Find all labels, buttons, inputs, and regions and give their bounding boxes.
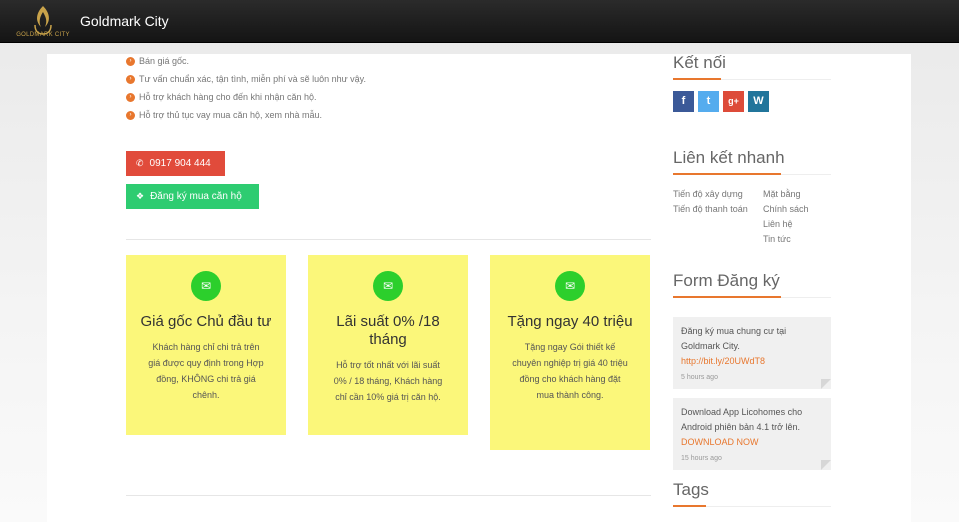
phone-button[interactable]: ✆ 0917 904 444	[126, 151, 225, 176]
card-text: Khách hàng chỉ chi trả trên giá được quy…	[148, 342, 264, 400]
quick-links-heading: Liên kết nhanh	[673, 148, 785, 167]
notice-text: Download App Licohomes cho Android phiên…	[681, 407, 803, 432]
card-text: Hỗ trợ tốt nhất với lãi suất 0% / 18 thá…	[333, 360, 443, 402]
chevron-circle-icon: ›	[126, 93, 135, 102]
feature-card-original-price: ✉ Giá gốc Chủ đầu tư Khách hàng chỉ chi …	[126, 255, 286, 435]
heading-rule	[706, 506, 831, 507]
site-title[interactable]: Goldmark City	[80, 13, 169, 29]
quick-links-right: Mặt bằng Chính sách Liên hệ Tin tức	[763, 187, 833, 247]
heading-underline	[673, 296, 781, 298]
benefit-text: Hỗ trợ thủ tục vay mua căn hộ, xem nhà m…	[139, 110, 322, 120]
corner-fold	[821, 379, 831, 389]
card-text: Tặng ngay Gói thiết kế chuyên nghiệp trị…	[512, 342, 628, 400]
chevron-circle-icon: ›	[126, 75, 135, 84]
register-button-label: Đăng ký mua căn hộ	[150, 191, 242, 202]
notice-time: 15 hours ago	[681, 455, 722, 462]
feature-card-gift: ✉ Tặng ngay 40 triệu Tặng ngay Gói thiết…	[490, 255, 650, 450]
phone-icon: ✆	[136, 158, 144, 168]
top-navbar: GOLDMARK CITY Goldmark City	[0, 0, 959, 43]
quick-link-policy[interactable]: Chính sách	[763, 202, 833, 217]
dropbox-icon: ❖	[136, 191, 145, 201]
tags-heading: Tags	[673, 480, 709, 499]
heading-rule	[781, 174, 831, 175]
quick-links-left: Tiến độ xây dựng Tiến độ thanh toán	[673, 187, 753, 217]
benefit-text: Hỗ trợ khách hàng cho đến khi nhận căn h…	[139, 92, 317, 102]
quick-link-news[interactable]: Tin tức	[763, 232, 833, 247]
benefit-list: › Bán giá gốc. › Tư vấn chuẩn xác, tận t…	[126, 54, 366, 123]
notice-time: 5 hours ago	[681, 374, 718, 381]
heading-underline	[673, 173, 781, 175]
benefit-text: Tư vấn chuẩn xác, tận tình, miễn phí và …	[139, 74, 367, 84]
notice-link[interactable]: http://bit.ly/20UWdT8	[681, 354, 823, 369]
quick-link-contact[interactable]: Liên hệ	[763, 217, 833, 232]
notice-item: Download App Licohomes cho Android phiên…	[673, 398, 831, 470]
benefit-item: › Bán giá gốc.	[126, 54, 366, 69]
form-heading: Form Đăng ký	[673, 271, 780, 290]
heading-rule	[781, 297, 831, 298]
benefit-item: › Hỗ trợ thủ tục vay mua căn hộ, xem nhà…	[126, 108, 366, 123]
card-title: Lãi suất 0% /18 tháng	[336, 313, 440, 348]
google-plus-icon[interactable]: g+	[723, 91, 744, 112]
benefit-text: Bán giá gốc.	[139, 56, 190, 66]
card-title: Giá gốc Chủ đầu tư	[140, 313, 272, 330]
divider	[126, 239, 651, 240]
divider	[126, 495, 651, 496]
connect-heading: Kết nối	[673, 53, 726, 72]
twitter-icon[interactable]: t	[698, 91, 719, 112]
heading-underline	[673, 78, 721, 80]
heading-underline	[673, 505, 706, 507]
gift-icon: ✉	[191, 271, 221, 301]
benefit-item: › Tư vấn chuẩn xác, tận tình, miễn phí v…	[126, 72, 366, 87]
logo-text: GOLDMARK CITY	[16, 32, 70, 38]
notice-text: Đăng ký mua chung cư tại Goldmark City.	[681, 326, 787, 351]
benefit-item: › Hỗ trợ khách hàng cho đến khi nhận căn…	[126, 90, 366, 105]
notice-link[interactable]: DOWNLOAD NOW	[681, 435, 823, 450]
quick-link-payment[interactable]: Tiến độ thanh toán	[673, 202, 753, 217]
heading-rule	[721, 79, 831, 80]
wordpress-icon[interactable]: W	[748, 91, 769, 112]
chevron-circle-icon: ›	[126, 57, 135, 66]
card-title: Tặng ngay 40 triệu	[507, 313, 633, 330]
chevron-circle-icon: ›	[126, 111, 135, 120]
notice-item: Đăng ký mua chung cư tại Goldmark City. …	[673, 317, 831, 389]
feature-card-interest: ✉ Lãi suất 0% /18 tháng Hỗ trợ tốt nhất …	[308, 255, 468, 435]
phone-button-label: 0917 904 444	[149, 158, 211, 169]
corner-fold	[821, 460, 831, 470]
gift-icon: ✉	[373, 271, 403, 301]
gift-icon: ✉	[555, 271, 585, 301]
quick-link-floorplan[interactable]: Mặt bằng	[763, 187, 833, 202]
register-button[interactable]: ❖ Đăng ký mua căn hộ	[126, 184, 259, 209]
facebook-icon[interactable]: f	[673, 91, 694, 112]
quick-link-progress[interactable]: Tiến độ xây dựng	[673, 187, 753, 202]
